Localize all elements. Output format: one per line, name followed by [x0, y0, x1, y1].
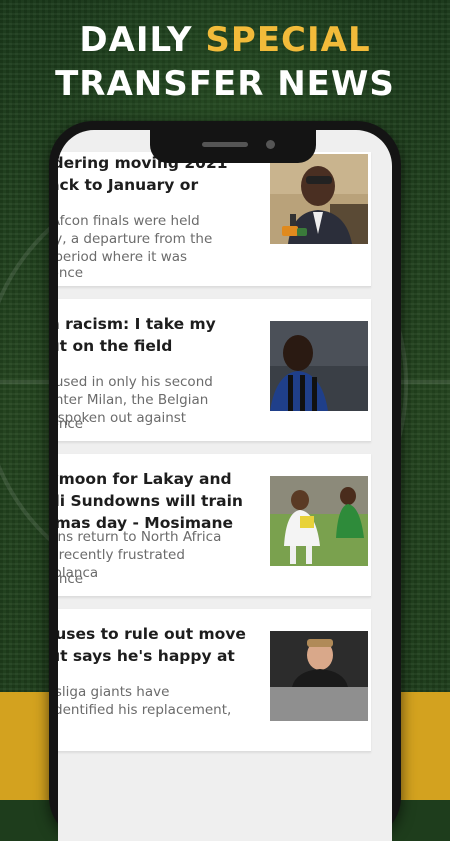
news-feed[interactable]: sidering moving 2021 back to January or … [58, 152, 371, 764]
news-card-thumbnail[interactable] [270, 321, 368, 411]
promo-headline: DAILY SPECIAL TRANSFER NEWS [0, 18, 450, 106]
news-card-thumbnail[interactable] [270, 631, 368, 721]
news-card-title[interactable]: on racism: I take my out on the field [58, 313, 254, 357]
phone-screen: sidering moving 2021 back to January or … [58, 130, 392, 841]
news-card-time: a önce [58, 265, 84, 281]
goalkeeper-photo-icon [270, 631, 368, 721]
news-card[interactable]: on racism: I take my out on the field ab… [58, 299, 371, 442]
news-card-snippet: abused in only his second h Inter Milan,… [58, 374, 213, 426]
news-card-title[interactable]: efuses to rule out move but says he's ha… [58, 623, 254, 667]
phone-notch [150, 130, 316, 163]
news-card[interactable]: eymoon for Lakay and odi Sundowns will t… [58, 454, 371, 597]
official-speaking-photo-icon [270, 154, 368, 244]
promo-line-1-accent: SPECIAL [205, 20, 371, 60]
news-card-time: a önce [58, 571, 84, 587]
promo-line-1-white: DAILY [79, 20, 193, 60]
player-photo-icon [270, 321, 368, 411]
news-card-snippet: desliga giants have y identified his rep… [58, 684, 232, 718]
speaker-icon [202, 142, 248, 147]
news-card-time: a önce [58, 416, 84, 432]
news-card[interactable]: sidering moving 2021 back to January or … [58, 152, 371, 287]
promo-line-2: TRANSFER NEWS [55, 64, 395, 104]
camera-icon [266, 140, 275, 149]
promo-line-1: DAILY SPECIAL [0, 18, 450, 62]
phone-mockup: sidering moving 2021 back to January or … [49, 121, 401, 841]
news-card-thumbnail[interactable] [270, 476, 368, 566]
news-card[interactable]: efuses to rule out move but says he's ha… [58, 609, 371, 752]
news-card-snippet: 9 Afcon finals were held July, a departu… [58, 213, 213, 265]
news-card-title[interactable]: eymoon for Lakay and odi Sundowns will t… [58, 468, 254, 534]
news-card-thumbnail[interactable] [270, 154, 368, 244]
news-card-snippet: ilians return to North Africa ey recentl… [58, 529, 222, 581]
match-action-photo-icon [270, 476, 368, 566]
